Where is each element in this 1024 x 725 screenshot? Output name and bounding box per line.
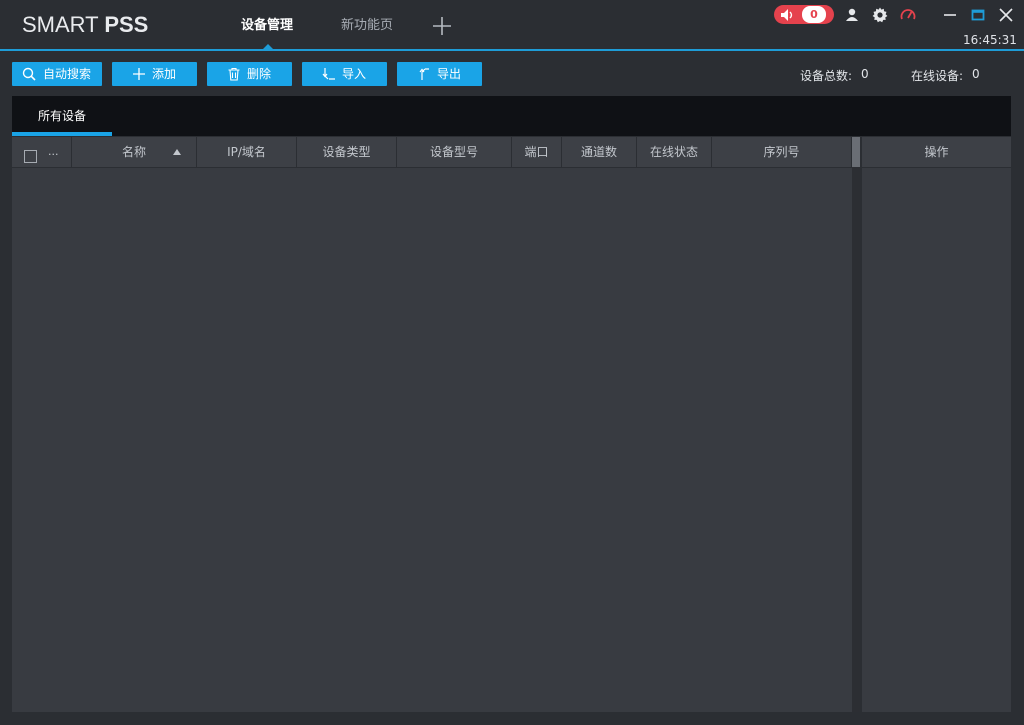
- device-panel-header: [12, 96, 1011, 136]
- import-button[interactable]: 导入: [302, 62, 387, 86]
- table-scrollbar[interactable]: [852, 137, 860, 712]
- performance-button[interactable]: [900, 7, 916, 23]
- tab-all-devices[interactable]: 所有设备: [12, 96, 112, 136]
- gear-icon: [872, 7, 888, 23]
- sort-ascending-icon: [173, 149, 181, 155]
- plus-icon: [133, 68, 145, 80]
- operations-column-divider: [860, 137, 862, 712]
- plus-icon: [433, 17, 451, 35]
- tab-device-management[interactable]: 设备管理: [241, 16, 293, 36]
- alarm-count: 0: [802, 6, 826, 23]
- total-devices-value: 0: [861, 67, 869, 81]
- device-table: ... 名称 IP/域名 设备类型 设备型号 端口 通道数 在线状态 序列号 操…: [12, 137, 1011, 712]
- select-all-checkbox[interactable]: [24, 150, 37, 163]
- add-button[interactable]: 添加: [112, 62, 197, 86]
- gauge-icon: [900, 9, 916, 20]
- add-tab-button[interactable]: [430, 14, 454, 38]
- auto-search-button[interactable]: 自动搜索: [12, 62, 102, 86]
- column-options-ellipsis[interactable]: ...: [48, 137, 59, 167]
- column-header-port[interactable]: 端口: [512, 137, 562, 167]
- alarm-indicator[interactable]: 0: [774, 5, 834, 24]
- column-header-channels[interactable]: 通道数: [562, 137, 637, 167]
- import-label: 导入: [342, 67, 367, 81]
- column-header-operations: 操作: [924, 145, 949, 159]
- add-label: 添加: [152, 67, 177, 81]
- maximize-icon: [971, 9, 985, 21]
- settings-button[interactable]: [872, 7, 888, 23]
- title-bar: [0, 0, 1024, 50]
- maximize-button[interactable]: [970, 7, 986, 23]
- column-header-ip[interactable]: IP/域名: [197, 137, 297, 167]
- minimize-button[interactable]: [942, 7, 958, 23]
- minimize-icon: [944, 14, 956, 16]
- close-icon: [999, 8, 1013, 22]
- export-icon: [419, 68, 429, 80]
- logo-bold-text: PSS: [104, 12, 149, 37]
- delete-button[interactable]: 删除: [207, 62, 292, 86]
- tab-new-feature[interactable]: 新功能页: [341, 16, 393, 36]
- close-button[interactable]: [998, 7, 1014, 23]
- column-header-serial[interactable]: 序列号: [712, 137, 852, 167]
- delete-label: 删除: [247, 67, 272, 81]
- column-name-label: 名称: [121, 145, 146, 159]
- import-icon: [322, 68, 335, 80]
- column-header-device-type[interactable]: 设备类型: [297, 137, 397, 167]
- trash-icon: [228, 67, 240, 81]
- clock: 16:45:31: [963, 33, 1017, 47]
- search-icon: [22, 67, 36, 81]
- tab-all-devices-underline: [12, 132, 112, 136]
- total-devices-label: 设备总数:: [800, 69, 853, 83]
- user-button[interactable]: [844, 7, 860, 23]
- online-devices-value: 0: [972, 67, 980, 81]
- export-button[interactable]: 导出: [397, 62, 482, 86]
- title-accent-line: [0, 49, 1024, 51]
- export-label: 导出: [437, 67, 462, 81]
- column-header-name[interactable]: 名称: [72, 137, 197, 167]
- online-devices-label: 在线设备:: [911, 69, 964, 83]
- auto-search-label: 自动搜索: [43, 67, 92, 81]
- speaker-icon: [781, 9, 793, 21]
- user-icon: [846, 8, 858, 21]
- logo-light-text: SMART: [22, 12, 105, 37]
- column-header-online-status[interactable]: 在线状态: [637, 137, 712, 167]
- select-all-column: ...: [12, 137, 72, 167]
- table-scrollbar-thumb[interactable]: [852, 137, 860, 167]
- column-header-device-model[interactable]: 设备型号: [397, 137, 512, 167]
- app-logo: SMART PSS: [22, 12, 148, 38]
